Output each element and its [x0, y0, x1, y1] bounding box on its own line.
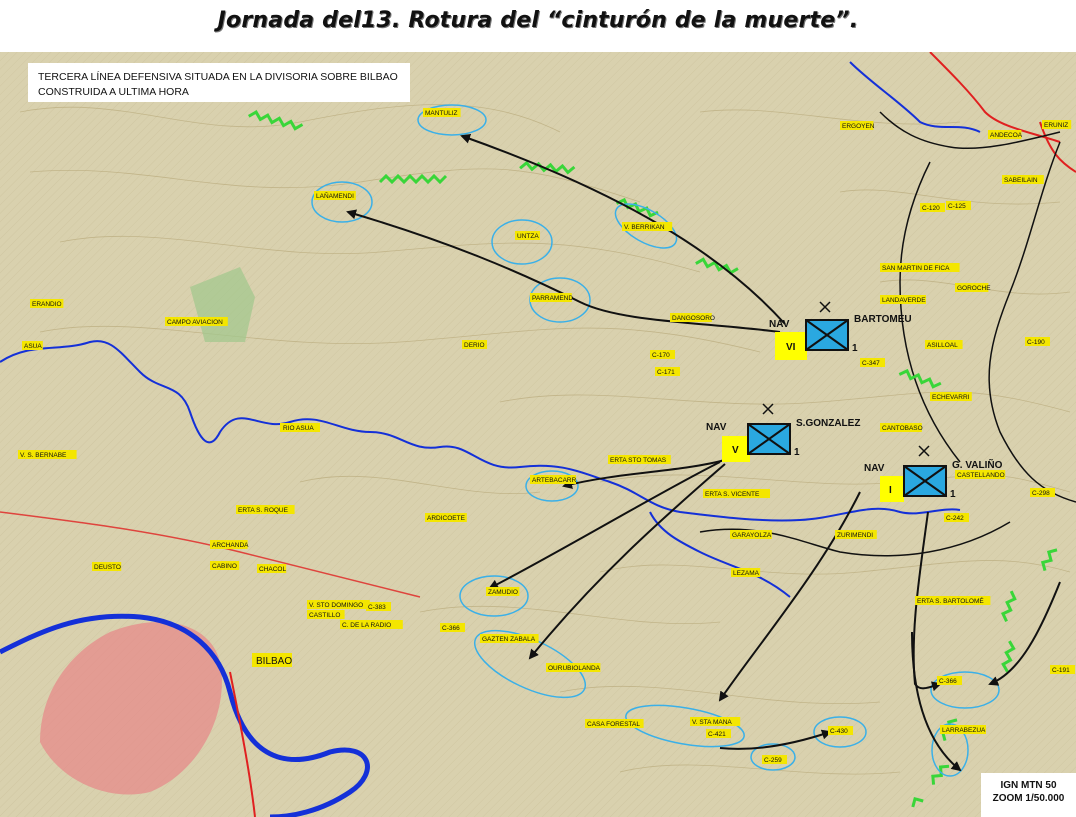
unit-i-brigade: 1: [950, 489, 956, 500]
note-line-1: TERCERA LÍNEA DEFENSIVA SITUADA EN LA DI…: [38, 71, 398, 83]
unit-v-side: NAV: [706, 422, 727, 433]
unit-vi-side: NAV: [769, 319, 790, 330]
unit-v-commander: S.GONZALEZ: [796, 418, 860, 429]
page-title: Jornada del13. Rotura del “cinturón de l…: [217, 8, 859, 33]
place-label: C-347: [862, 360, 880, 367]
unit-v-brigade: 1: [794, 447, 800, 458]
unit-i-tag: [880, 476, 904, 502]
place-label: C-191: [1052, 667, 1070, 674]
place-label: DEUSTO: [94, 564, 121, 571]
unit-vi-commander: BARTOMEU: [854, 314, 912, 325]
place-label: SABEILAIN: [1004, 177, 1038, 184]
place-label: C-170: [652, 352, 670, 359]
objective-label: C-366: [939, 678, 957, 685]
place-label: C-190: [1027, 339, 1045, 346]
place-label: C-298: [1032, 490, 1050, 497]
place-label: CASTELLANDO: [957, 472, 1005, 479]
place-label: SAN MARTIN DE FICA: [882, 265, 950, 272]
place-label: ERGOYEN: [842, 123, 875, 130]
unit-v-division: V: [732, 445, 739, 456]
objective-label: ARTEBACARR: [532, 477, 577, 484]
objective-label: UNTZA: [517, 233, 539, 240]
objective-label: C-421: [708, 731, 726, 738]
scale-box: IGN MTN 50 ZOOM 1/50.000: [981, 773, 1076, 817]
place-label: ARCHANDA: [212, 542, 249, 549]
note-line-2: CONSTRUIDA A ULTIMA HORA: [38, 86, 189, 98]
place-label: DANGOSORO: [672, 315, 715, 322]
place-label: ERTA S. BARTOLOMÉ: [917, 596, 984, 605]
objective-label: LAÑAMENDI: [316, 191, 354, 200]
objective-label: LARRABEZUA: [942, 727, 986, 734]
objective-label: C-430: [830, 728, 848, 735]
objective-label: MANTULIZ: [425, 110, 458, 117]
place-label: LANDAVERDE: [882, 297, 926, 304]
place-label: ERTA STO TOMAS: [610, 457, 667, 464]
place-label: ASILLOAL: [927, 342, 958, 349]
place-label: C-120: [922, 205, 940, 212]
place-label: CASTILLO: [309, 612, 340, 619]
unit-i-division: I: [889, 485, 892, 496]
place-label: C-383: [368, 604, 386, 611]
place-label: C-125: [948, 203, 966, 210]
place-label: CANTOBASO: [882, 425, 923, 432]
river-label: RIO ASUA: [280, 423, 320, 432]
place-label: ZURIMENDI: [837, 532, 873, 539]
place-label: CAMPO AVIACION: [167, 319, 223, 326]
unit-i-side: NAV: [864, 463, 885, 474]
river-name: RIO ASUA: [283, 425, 314, 432]
place-label: ERTA S. VICENTE: [705, 491, 760, 498]
place-label: ASUA: [24, 343, 42, 350]
place-label: GOROCHE: [957, 285, 991, 292]
place-label: LEZAMA: [733, 570, 760, 577]
map-area[interactable]: MANTULIZ LAÑAMENDI UNTZA V. BERRIKAN PARRAME…: [0, 52, 1076, 817]
scale-line-2: ZOOM 1/50.000: [992, 793, 1065, 804]
place-label: CASA FORESTAL: [587, 721, 640, 728]
place-label: CHACOL: [259, 566, 286, 573]
unit-i-commander: G. VALIÑO: [952, 458, 1003, 471]
place-label: DERIO: [464, 342, 485, 349]
place-label: ARDICOETE: [427, 515, 466, 522]
place-label: V. S. BERNABE: [20, 452, 67, 459]
objective-label: V. BERRIKAN: [624, 224, 665, 231]
town-name: BILBAO: [256, 656, 292, 667]
place-label: ANDECOA: [990, 132, 1023, 139]
place-label: CABINO: [212, 563, 237, 570]
place-label: C. DE LA RADIO: [342, 622, 391, 629]
place-label: V. STO DOMINGO: [309, 602, 363, 609]
scale-line-1: IGN MTN 50: [1000, 780, 1057, 791]
place-label: GARAYOLZA: [732, 532, 772, 539]
place-label: ERANDIO: [32, 301, 62, 308]
objective-label: V. STA MANA: [692, 719, 732, 726]
objective-label: OURUBIOLANDA: [548, 665, 601, 672]
place-label: ERUNIZ: [1044, 122, 1068, 129]
place-label: C-366: [442, 625, 460, 632]
unit-vi-brigade: 1: [852, 343, 858, 354]
place-label: C-242: [946, 515, 964, 522]
place-label: C-171: [657, 369, 675, 376]
objective-label: C-259: [764, 757, 782, 764]
objective-label: ZAMUDIO: [488, 589, 518, 596]
map-canvas: MANTULIZ LAÑAMENDI UNTZA V. BERRIKAN PARRAME…: [0, 52, 1076, 817]
town-label: BILBAO: [252, 653, 292, 667]
unit-vi-division: VI: [786, 342, 796, 353]
place-label: ECHEVARRI: [932, 394, 970, 401]
defense-line-note: TERCERA LÍNEA DEFENSIVA SITUADA EN LA DI…: [28, 63, 410, 102]
objective-label: GAZTEN ZABALA: [482, 636, 536, 643]
place-label: ERTA S. ROQUE: [238, 507, 289, 514]
objective-label: PARRAMEND: [532, 295, 573, 302]
